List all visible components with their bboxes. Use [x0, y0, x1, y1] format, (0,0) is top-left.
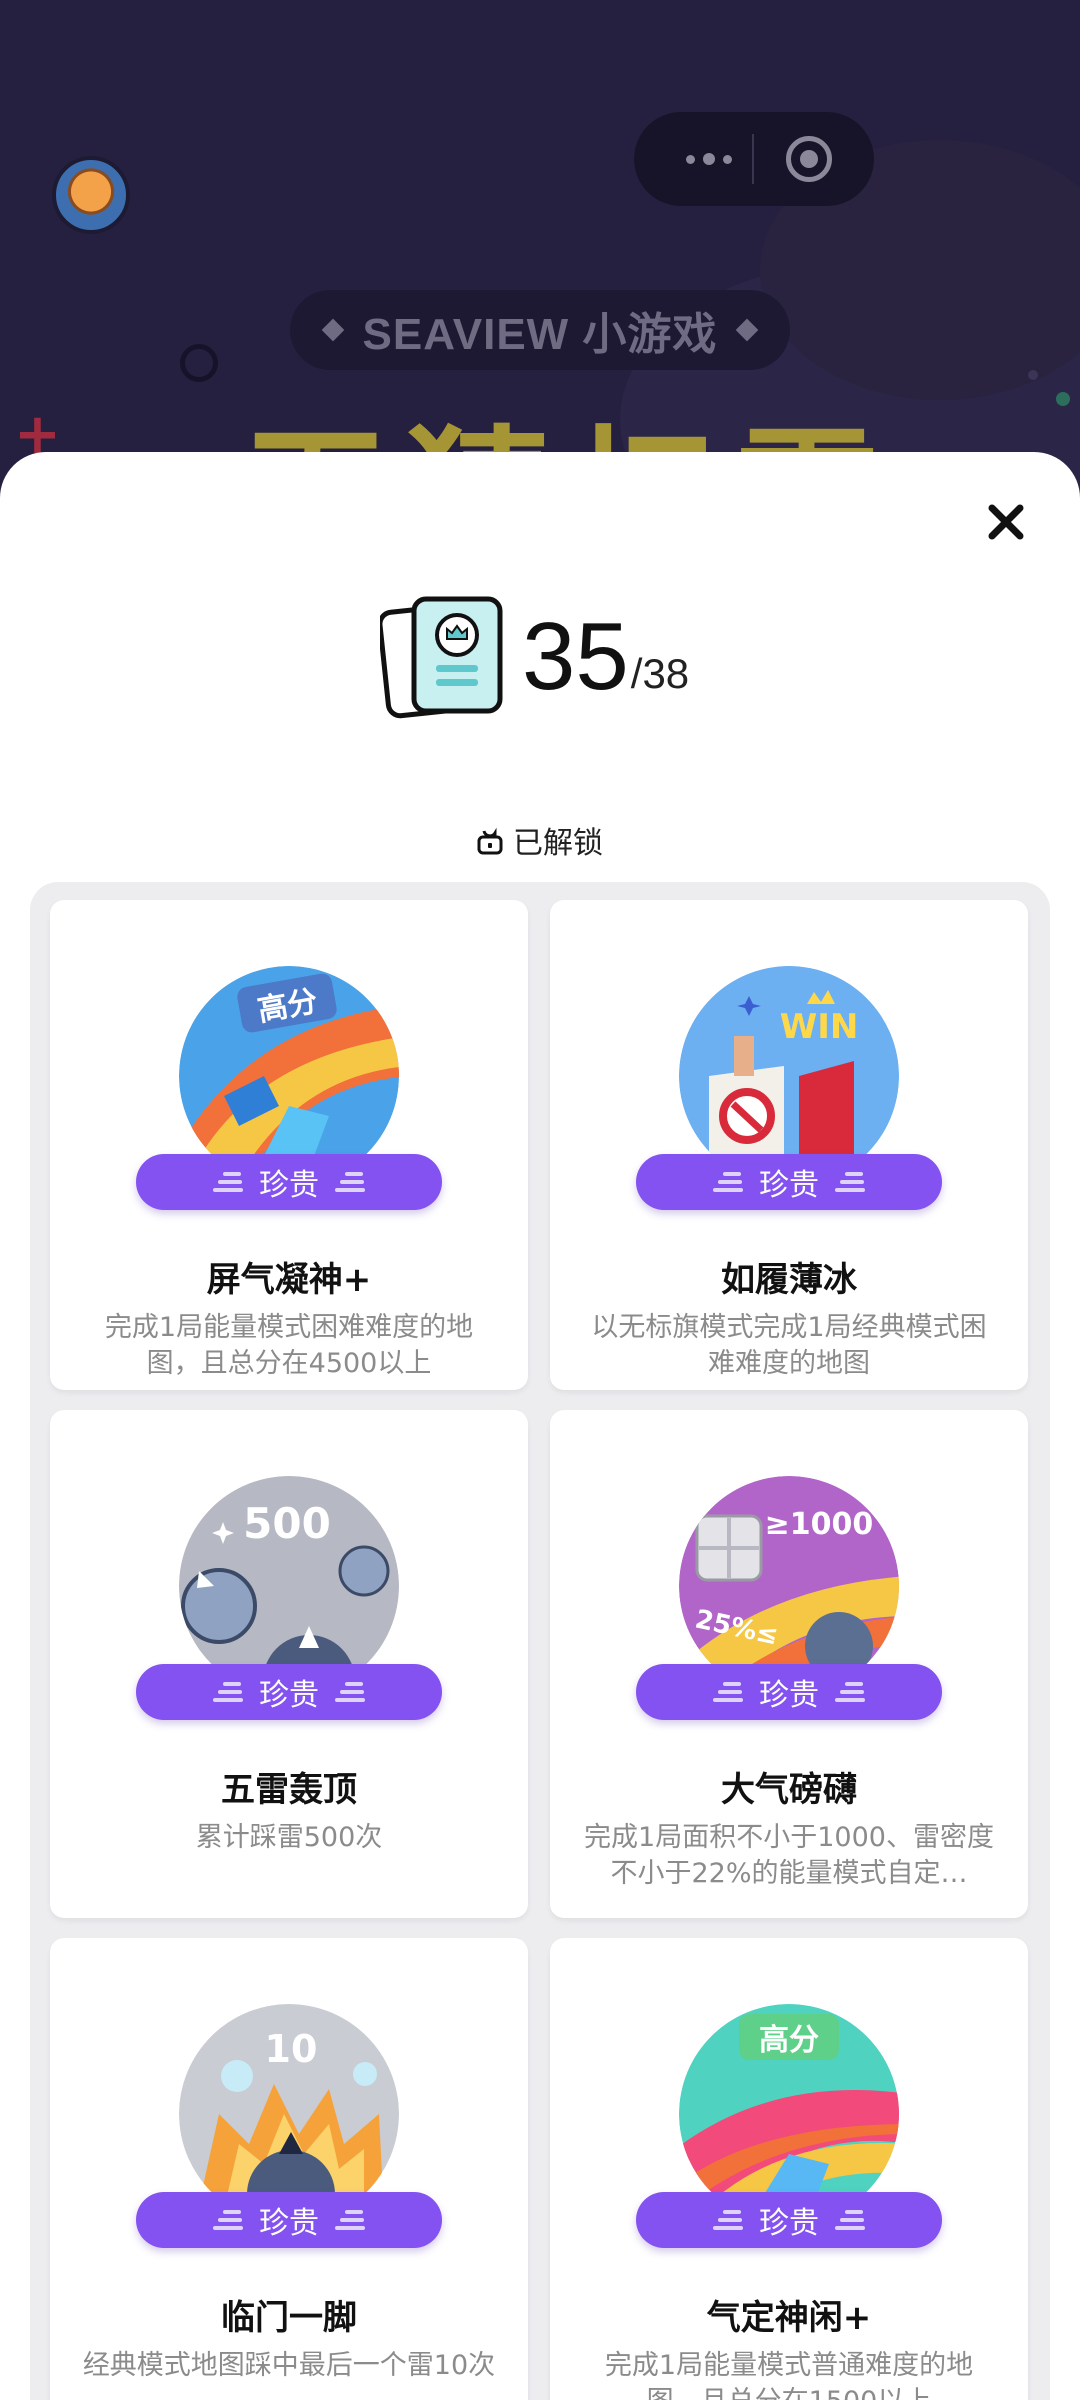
more-dots-icon[interactable] [664, 112, 754, 206]
rarity-bars-icon [213, 1170, 243, 1194]
large-map-badge-icon: ≥1000 25%≤ [679, 1476, 899, 1696]
achievement-card[interactable]: 高分 珍贵 屏气凝神+ 完成1局能量模式困难难度的地图，且总分在4500以上 [50, 900, 528, 1390]
rarity-bars-icon [713, 2208, 743, 2232]
rarity-badge: 珍贵 [136, 2192, 442, 2248]
unlock-icon [477, 827, 503, 855]
achievement-title: 临门一脚 [221, 2298, 357, 2338]
achievement-card[interactable]: WIN 珍贵 如履薄冰 以无标旗模式完成1局经典模式困难难度的地图 [550, 900, 1028, 1390]
achievement-title: 屏气凝神+ [206, 1260, 372, 1300]
collected-count: 35 [522, 603, 629, 710]
high-score-badge-icon: 高分 [179, 966, 399, 1186]
rarity-badge: 珍贵 [636, 1154, 942, 1210]
user-avatar[interactable] [52, 156, 130, 234]
rarity-badge: 珍贵 [636, 1664, 942, 1720]
close-button[interactable] [976, 492, 1036, 552]
badge-text: 高分 [759, 2023, 819, 2058]
exit-target-icon[interactable] [786, 136, 832, 182]
decor-ring [180, 344, 218, 382]
rarity-bars-icon [713, 1170, 743, 1194]
decor-dot [1056, 392, 1070, 406]
achievement-title: 气定神闲+ [706, 2298, 872, 2338]
achievement-card[interactable]: 500 珍贵 五雷轰顶 累计踩雷500次 [50, 1410, 528, 1918]
total-count: /38 [630, 650, 690, 697]
high-score-normal-badge-icon: 高分 [679, 2004, 899, 2224]
rarity-bars-icon [835, 2208, 865, 2232]
decor-dot [1028, 370, 1038, 380]
rarity-bars-icon [335, 1170, 365, 1194]
achievement-title: 大气磅礴 [721, 1770, 857, 1810]
badge-text: 500 [243, 1499, 331, 1548]
game-background: + SEAVIEW 小游戏 无猜扫雷 [0, 0, 1080, 520]
achievement-card[interactable]: 高分 珍贵 气定神闲+ 完成1局能量模式普通难度的地图，且总分在1500以上 [550, 1938, 1028, 2400]
rarity-bars-icon [213, 2208, 243, 2232]
rarity-badge: 珍贵 [136, 1154, 442, 1210]
rarity-badge: 珍贵 [136, 1664, 442, 1720]
rarity-badge: 珍贵 [636, 2192, 942, 2248]
unlocked-section-label: 已解锁 [0, 818, 1080, 862]
no-flag-win-badge-icon: WIN [679, 966, 899, 1186]
achievement-cards-icon [377, 595, 508, 719]
mini-program-capsule [634, 112, 874, 206]
achievement-card[interactable]: 10 珍贵 临门一脚 经典模式地图踩中最后一个雷10次 [50, 1938, 528, 2400]
achievement-description: 完成1局能量模式普通难度的地图，且总分在1500以上 [604, 2350, 974, 2400]
badge-text: ≥1000 [765, 1507, 874, 1542]
achievement-description: 累计踩雷500次 [195, 1822, 383, 1853]
rarity-bars-icon [835, 1680, 865, 1704]
achievement-description: 完成1局面积不小于1000、雷密度不小于22%的能量模式自定… [584, 1822, 994, 1889]
achievements-sheet: 35 /38 已解锁 高分 珍贵 屏气凝神+ 完成1局能量模式困难难度的地图，且… [0, 452, 1080, 2400]
rarity-bars-icon [335, 1680, 365, 1704]
achievement-grid: 高分 珍贵 屏气凝神+ 完成1局能量模式困难难度的地图，且总分在4500以上 W… [30, 882, 1050, 2400]
badge-text: WIN [780, 1007, 859, 1047]
achievement-description: 经典模式地图踩中最后一个雷10次 [82, 2350, 496, 2381]
rarity-bars-icon [835, 1170, 865, 1194]
mines-500-badge-icon: 500 [179, 1476, 399, 1696]
rarity-bars-icon [213, 1680, 243, 1704]
achievement-description: 以无标旗模式完成1局经典模式困难难度的地图 [591, 1312, 987, 1379]
rarity-bars-icon [335, 2208, 365, 2232]
last-mine-badge-icon: 10 [179, 2004, 399, 2224]
close-icon [988, 504, 1024, 540]
brand-pill: SEAVIEW 小游戏 [290, 290, 790, 370]
achievement-title: 五雷轰顶 [221, 1770, 357, 1810]
badge-text: 10 [265, 2027, 318, 2071]
achievement-card[interactable]: ≥1000 25%≤ 珍贵 大气磅礴 完成1局面积不小于1000、雷密度不小于2… [550, 1410, 1028, 1918]
achievement-description: 完成1局能量模式困难难度的地图，且总分在4500以上 [104, 1312, 474, 1379]
achievement-summary: 35 /38 [377, 592, 690, 722]
achievement-title: 如履薄冰 [721, 1260, 857, 1300]
rarity-bars-icon [713, 1680, 743, 1704]
